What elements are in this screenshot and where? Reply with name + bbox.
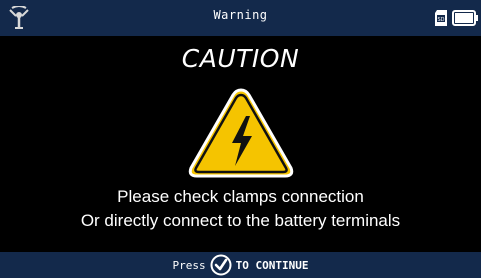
caution-heading: CAUTION [181,44,300,73]
footer-bar: Press TO CONTINUE [0,252,481,278]
checkmark-icon[interactable] [210,254,232,276]
message-line-1: Please check clamps connection [117,187,364,206]
press-label: Press [172,258,206,272]
high-voltage-warning-icon [188,88,294,178]
warning-screen: Warning SD CAUTION Please check clamps c… [0,0,481,278]
svg-text:SD: SD [437,17,444,23]
status-bar: Warning SD [0,0,481,36]
screen-title: Warning [213,8,268,22]
continue-button[interactable]: Press TO CONTINUE [0,254,481,276]
continue-label: TO CONTINUE [235,258,309,272]
battery-icon [452,10,478,26]
sd-card-icon: SD [435,10,447,26]
message-line-2: Or directly connect to the battery termi… [80,211,401,230]
